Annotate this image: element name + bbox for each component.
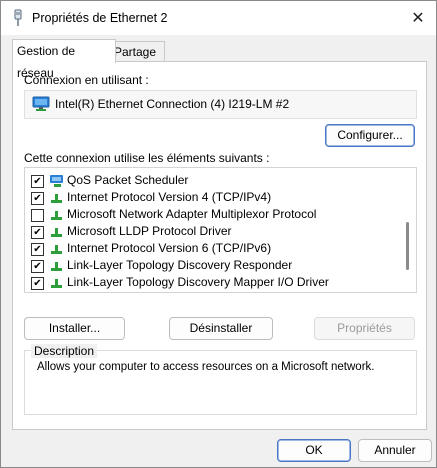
list-item[interactable]: ✔ Link-Layer Topology Discovery Mapper I… — [25, 274, 405, 291]
description-group — [24, 350, 417, 415]
adapter-monitor-icon — [32, 96, 50, 115]
checkbox[interactable]: ✔ — [31, 226, 44, 239]
list-item[interactable]: ✔ Internet Protocol Version 6 (TCP/IPv6) — [25, 240, 405, 257]
description-legend: Description — [31, 344, 98, 358]
install-button[interactable]: Installer... — [24, 317, 125, 340]
list-item-label: Microsoft Network Adapter Multiplexor Pr… — [67, 207, 317, 221]
title-bar[interactable]: Propriétés de Ethernet 2 ✕ — [1, 1, 436, 35]
network-adapter-icon — [11, 9, 25, 30]
list-item-label: Link-Layer Topology Discovery Mapper I/O… — [67, 275, 329, 289]
components-label: Cette connexion utilise les éléments sui… — [24, 151, 270, 165]
ok-button[interactable]: OK — [277, 439, 351, 462]
components-list[interactable]: ✔ QoS Packet Scheduler ✔ Internet Protoc… — [24, 167, 417, 293]
configure-button[interactable]: Configurer... — [325, 124, 415, 147]
checkbox[interactable]: ✔ — [31, 277, 44, 290]
description-text: Allows your computer to access resources… — [37, 361, 375, 373]
list-item-label: Internet Protocol Version 4 (TCP/IPv4) — [67, 190, 272, 204]
checkbox[interactable] — [31, 209, 44, 222]
list-item[interactable]: ✔ Microsoft LLDP Protocol Driver — [25, 223, 405, 240]
list-item-label: QoS Packet Scheduler — [67, 173, 189, 187]
tab-gestion-de-reseau[interactable]: Gestion de réseau — [12, 39, 116, 80]
list-item[interactable]: ✔ Link-Layer Topology Discovery Responde… — [25, 257, 405, 274]
tab-partage[interactable]: Partage — [109, 41, 165, 62]
window-title: Propriétés de Ethernet 2 — [32, 11, 168, 25]
list-scrollbar[interactable] — [406, 222, 409, 270]
list-item[interactable]: ✔ QoS Packet Scheduler — [25, 172, 405, 189]
uninstall-button[interactable]: Désinstaller — [169, 317, 273, 340]
list-item-label: Microsoft LLDP Protocol Driver — [67, 224, 232, 238]
checkbox[interactable]: ✔ — [31, 175, 44, 188]
list-item[interactable]: ✔ Internet Protocol Version 4 (TCP/IPv4) — [25, 189, 405, 206]
cancel-button[interactable]: Annuler — [358, 439, 432, 462]
protocol-icon — [49, 276, 65, 292]
checkbox[interactable]: ✔ — [31, 192, 44, 205]
checkbox[interactable]: ✔ — [31, 260, 44, 273]
checkbox[interactable]: ✔ — [31, 243, 44, 256]
properties-button: Propriétés — [314, 317, 415, 340]
list-item-label: Link-Layer Topology Discovery Responder — [67, 258, 293, 272]
adapter-box: Intel(R) Ethernet Connection (4) I219-LM… — [24, 90, 417, 119]
close-icon[interactable]: ✕ — [407, 7, 429, 29]
properties-dialog: Propriétés de Ethernet 2 ✕ Gestion de ré… — [0, 0, 437, 468]
adapter-name: Intel(R) Ethernet Connection (4) I219-LM… — [55, 97, 290, 111]
list-item-label: Internet Protocol Version 6 (TCP/IPv6) — [67, 241, 272, 255]
list-item[interactable]: Microsoft Network Adapter Multiplexor Pr… — [25, 206, 405, 223]
